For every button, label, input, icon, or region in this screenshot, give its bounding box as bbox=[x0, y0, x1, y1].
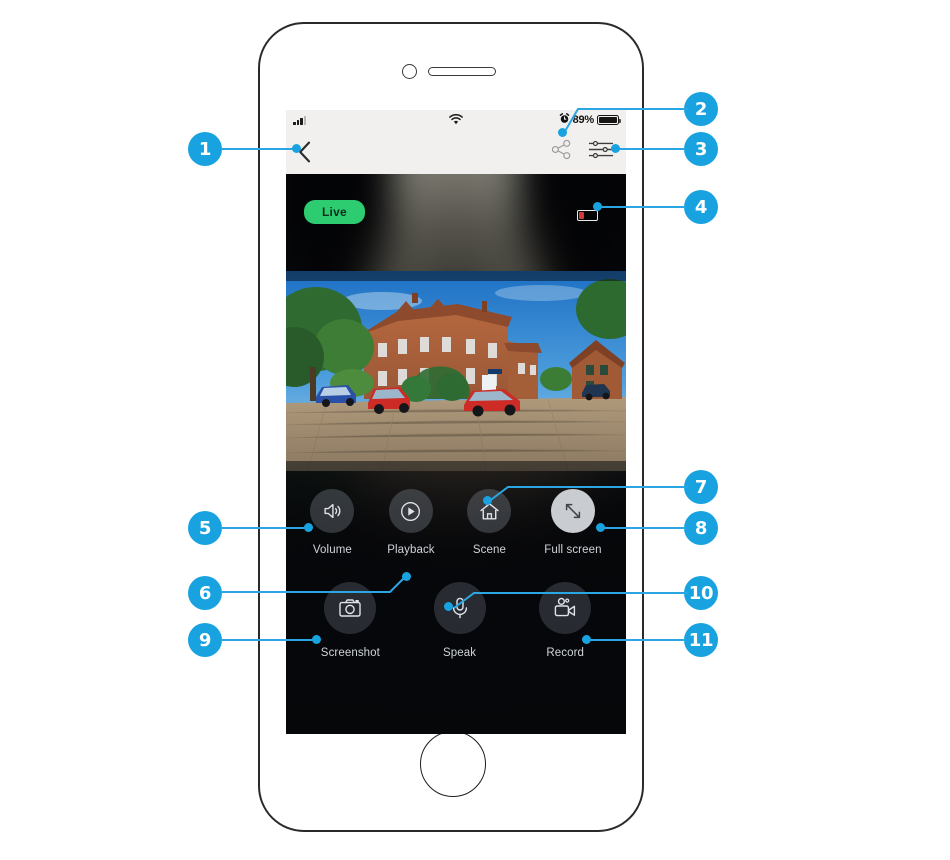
callout-badge-6[interactable]: 6 bbox=[188, 576, 222, 610]
volume-speaker-icon bbox=[310, 489, 355, 533]
play-circle-icon bbox=[388, 489, 433, 533]
video-top-letterbox: Live bbox=[286, 174, 626, 271]
record-button-label: Record bbox=[546, 647, 584, 659]
callout-dot-3 bbox=[611, 144, 620, 153]
fullscreen-button-label: Full screen bbox=[544, 544, 602, 556]
callout-dot-8 bbox=[596, 523, 605, 532]
callout-leader-9 bbox=[222, 639, 316, 641]
callout-dot-9 bbox=[312, 635, 321, 644]
callout-leader-10 bbox=[453, 592, 688, 609]
camera-feed[interactable] bbox=[286, 271, 626, 471]
settings-sliders-icon[interactable] bbox=[588, 139, 614, 165]
callout-badge-3[interactable]: 3 bbox=[684, 132, 718, 166]
phone-frame: 89% Live Volume Playback Scene Full scre… bbox=[258, 22, 644, 832]
callout-leader-3 bbox=[616, 148, 686, 150]
callout-leader-11 bbox=[586, 639, 686, 641]
playback-button-label: Playback bbox=[387, 544, 435, 556]
back-chevron-icon[interactable] bbox=[298, 141, 311, 163]
callout-dot-4 bbox=[593, 202, 602, 211]
camera-feed-image bbox=[286, 271, 626, 471]
screenshot-button-label: Screenshot bbox=[320, 647, 380, 659]
earpiece-speaker bbox=[428, 67, 496, 76]
callout-dot-6 bbox=[402, 572, 411, 581]
callout-dot-5 bbox=[304, 523, 313, 532]
live-badge: Live bbox=[304, 200, 365, 224]
home-button[interactable] bbox=[420, 731, 486, 797]
camera-battery-icon bbox=[577, 210, 598, 221]
callout-badge-11[interactable]: 11 bbox=[684, 623, 718, 657]
scene-button-label: Scene bbox=[472, 544, 506, 556]
callout-badge-4[interactable]: 4 bbox=[684, 190, 718, 224]
callout-dot-7 bbox=[483, 496, 492, 505]
screenshot-stage: 89% Live Volume Playback Scene Full scre… bbox=[0, 0, 950, 860]
callout-badge-1[interactable]: 1 bbox=[188, 132, 222, 166]
playback-button[interactable]: Playback bbox=[387, 489, 435, 556]
callout-badge-9[interactable]: 9 bbox=[188, 623, 222, 657]
volume-button[interactable]: Volume bbox=[310, 489, 355, 556]
speak-button-label: Speak bbox=[443, 647, 477, 659]
callout-badge-8[interactable]: 8 bbox=[684, 511, 718, 545]
share-icon[interactable] bbox=[551, 139, 572, 165]
callout-dot-10 bbox=[444, 602, 453, 611]
callout-leader-1 bbox=[222, 148, 296, 150]
phone-screen: 89% Live Volume Playback Scene Full scre… bbox=[286, 110, 626, 734]
callout-leader-4 bbox=[598, 206, 686, 208]
volume-button-label: Volume bbox=[312, 544, 352, 556]
callout-leader-7 bbox=[487, 486, 688, 503]
wifi-icon bbox=[449, 113, 463, 128]
callout-dot-2 bbox=[558, 128, 567, 137]
cellular-signal-icon bbox=[293, 115, 306, 125]
front-camera-icon bbox=[402, 64, 417, 79]
callout-dot-11 bbox=[582, 635, 591, 644]
callout-leader-2 bbox=[563, 108, 688, 134]
nav-actions bbox=[551, 139, 614, 165]
callout-dot-1 bbox=[292, 144, 301, 153]
callout-leader-8 bbox=[600, 527, 686, 529]
callout-leader-6 bbox=[222, 575, 407, 593]
callout-badge-5[interactable]: 5 bbox=[188, 511, 222, 545]
callout-leader-5 bbox=[222, 527, 308, 529]
